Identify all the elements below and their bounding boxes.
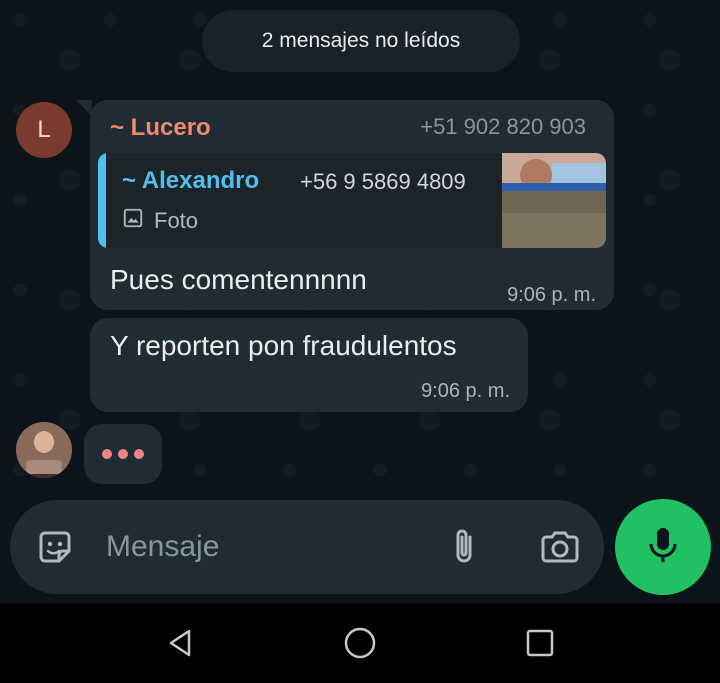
quoted-media-label: Foto	[122, 207, 198, 235]
paperclip-icon[interactable]	[444, 526, 486, 568]
recents-square-icon[interactable]	[520, 623, 560, 663]
message-text: Y reporten pon fraudulentos	[110, 330, 457, 361]
sender-name[interactable]: ~ Lucero	[110, 114, 211, 142]
image-icon	[122, 207, 144, 235]
message-text: Pues comentennnnn	[110, 264, 367, 295]
mic-icon	[646, 525, 680, 570]
quoted-message[interactable]: ~ Alexandro +56 9 5869 4809 Foto	[98, 153, 606, 248]
camera-icon[interactable]	[538, 526, 582, 568]
typing-user-avatar[interactable]	[16, 422, 72, 478]
quoted-photo-thumbnail	[502, 153, 606, 248]
chat-background: 2 mensajes no leídos L ~ Lucero +51 902 …	[0, 0, 720, 603]
quote-accent-bar	[98, 153, 106, 248]
avatar-initial: L	[37, 116, 51, 143]
typing-dot	[118, 449, 128, 459]
quoted-media-text: Foto	[154, 208, 199, 233]
sender-phone: +51 902 820 903	[420, 114, 586, 139]
typing-dot	[134, 449, 144, 459]
sticker-icon[interactable]	[34, 526, 76, 568]
message-input[interactable]: Mensaje	[106, 530, 219, 564]
mic-button[interactable]	[615, 499, 711, 595]
quoted-sender-phone: +56 9 5869 4809	[300, 169, 466, 194]
message-composer[interactable]: Mensaje	[10, 500, 604, 594]
message-bubble[interactable]: ~ Lucero +51 902 820 903 ~ Alexandro +56…	[76, 100, 614, 310]
back-triangle-icon[interactable]	[160, 623, 200, 663]
system-navigation-bar	[0, 603, 720, 683]
message-time: 9:06 p. m.	[421, 380, 510, 402]
typing-indicator	[84, 424, 162, 484]
message-time: 9:06 p. m.	[507, 284, 596, 306]
unread-messages-text: 2 mensajes no leídos	[261, 29, 461, 52]
typing-dot	[102, 449, 112, 459]
message-bubble[interactable]: Y reporten pon fraudulentos 9:06 p. m.	[90, 318, 528, 412]
quoted-sender-name: ~ Alexandro	[122, 167, 260, 194]
bubble-tail	[76, 100, 92, 116]
home-circle-icon[interactable]	[340, 623, 380, 663]
sender-avatar[interactable]: L	[16, 102, 72, 158]
unread-messages-banner: 2 mensajes no leídos	[202, 10, 520, 72]
